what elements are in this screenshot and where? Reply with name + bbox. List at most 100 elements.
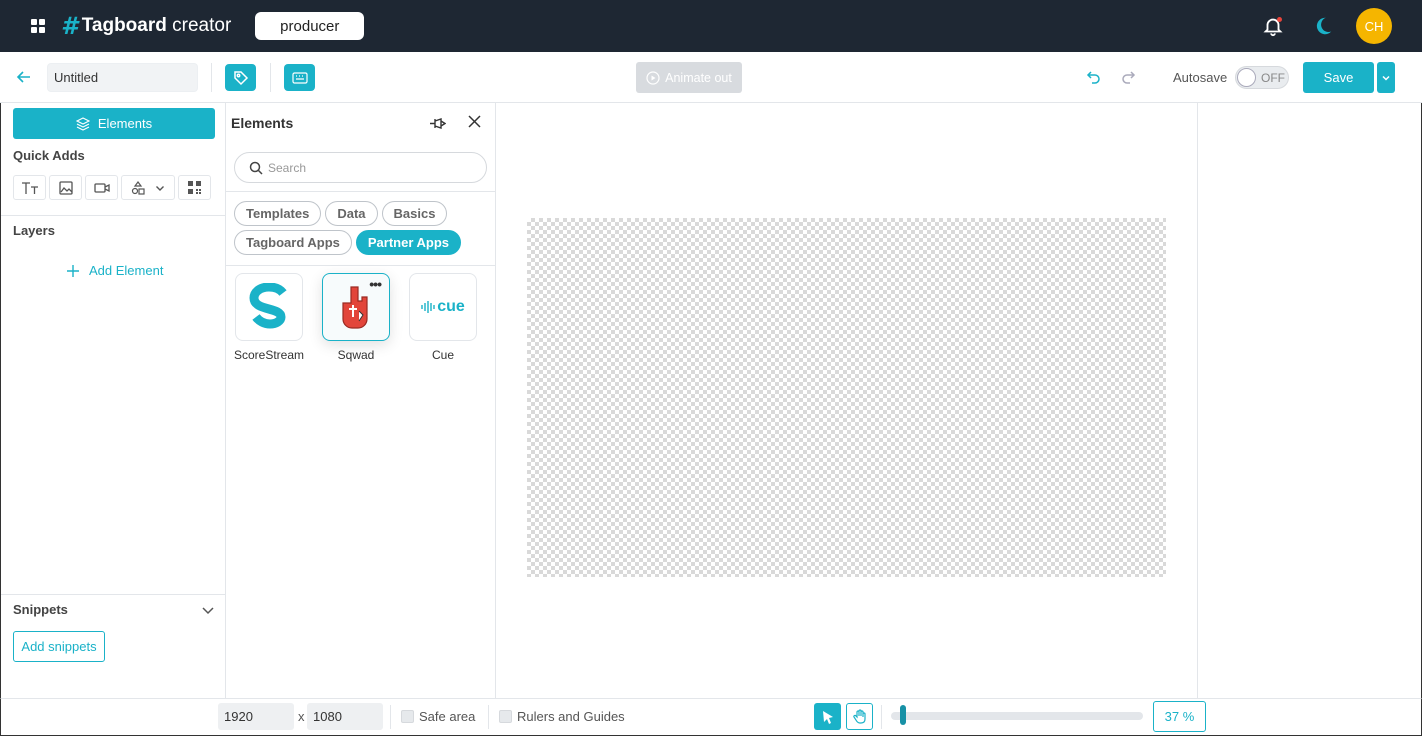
add-video-button[interactable] xyxy=(85,175,118,200)
zoom-level-display[interactable]: 37 % xyxy=(1153,701,1206,732)
dark-mode-moon-icon[interactable] xyxy=(1312,15,1334,37)
add-qr-code-button[interactable] xyxy=(178,175,211,200)
top-bar: # Tagboard creator producer CH xyxy=(0,0,1422,52)
cursor-arrow-icon xyxy=(822,710,833,724)
rulers-guides-checkbox[interactable]: Rulers and Guides xyxy=(499,709,625,724)
select-tool-button[interactable] xyxy=(814,703,841,730)
bottom-divider xyxy=(488,705,489,729)
back-arrow-icon[interactable] xyxy=(16,69,32,85)
more-options-icon[interactable]: ••• xyxy=(369,276,382,292)
zoom-slider-track[interactable] xyxy=(891,712,1143,720)
snippets-collapse-chevron-icon[interactable] xyxy=(201,603,215,617)
tags-button[interactable] xyxy=(225,64,256,91)
chip-tagboard-apps[interactable]: Tagboard Apps xyxy=(234,230,352,255)
elements-tab-button[interactable]: Elements xyxy=(13,108,215,139)
app-card-sqwad[interactable]: ••• Sqwad xyxy=(321,273,391,362)
sqwad-foam-finger-logo-icon xyxy=(342,286,368,329)
toolbar-divider xyxy=(270,63,271,92)
pan-tool-button[interactable] xyxy=(846,703,873,730)
partner-apps-grid: ScoreStream ••• Sqwad cue Cue xyxy=(234,273,478,362)
redo-icon[interactable] xyxy=(1120,69,1136,85)
canvas-height-input[interactable] xyxy=(307,703,383,730)
app-tile[interactable]: cue xyxy=(409,273,477,341)
image-icon xyxy=(58,180,73,195)
undo-icon[interactable] xyxy=(1086,69,1102,85)
section-divider xyxy=(226,265,495,266)
chip-basics[interactable]: Basics xyxy=(381,201,448,226)
chip-data[interactable]: Data xyxy=(325,201,378,226)
qr-code-icon xyxy=(188,181,201,194)
cue-soundwave-icon xyxy=(421,301,435,313)
save-button[interactable]: Save xyxy=(1303,62,1374,93)
elements-search-box xyxy=(234,152,487,183)
scorestream-logo-icon xyxy=(249,283,287,329)
checkbox-box[interactable] xyxy=(401,710,414,723)
bottom-divider xyxy=(881,705,882,729)
app-tile[interactable] xyxy=(235,273,303,341)
zoom-slider-handle[interactable] xyxy=(900,705,906,725)
add-image-button[interactable] xyxy=(49,175,82,200)
elements-panel-title: Elements xyxy=(231,115,294,131)
tag-icon xyxy=(233,70,248,85)
keyboard-shortcuts-button[interactable] xyxy=(284,64,315,91)
autosave-label: Autosave xyxy=(1173,70,1228,85)
chip-templates[interactable]: Templates xyxy=(234,201,322,226)
shapes-icon xyxy=(131,180,145,195)
editor-toolbar: Animate out Autosave OFF Save xyxy=(0,52,1422,103)
add-snippets-button[interactable]: Add snippets xyxy=(13,631,105,662)
snippets-title: Snippets xyxy=(13,602,68,617)
layers-stack-icon xyxy=(75,116,90,131)
pin-icon[interactable] xyxy=(429,115,447,132)
safe-area-checkbox[interactable]: Safe area xyxy=(401,709,475,724)
category-chips: Templates Data Basics Tagboard Apps Part… xyxy=(234,201,484,255)
keyboard-icon xyxy=(291,71,308,84)
mode-switcher[interactable]: producer xyxy=(255,12,365,40)
add-shape-dropdown[interactable] xyxy=(121,175,175,200)
app-card-cue[interactable]: cue Cue xyxy=(408,273,478,362)
app-name: Sqwad xyxy=(337,348,375,362)
add-element-link[interactable]: Add Element xyxy=(67,263,163,278)
app-name: Cue xyxy=(431,348,454,362)
bottom-divider xyxy=(390,705,391,729)
dimension-separator: x xyxy=(298,709,305,724)
canvas-width-input[interactable] xyxy=(218,703,294,730)
search-input[interactable] xyxy=(268,159,478,177)
user-avatar[interactable]: CH xyxy=(1356,8,1392,44)
chevron-down-icon xyxy=(156,185,164,191)
safe-area-label: Safe area xyxy=(419,709,476,724)
section-divider xyxy=(226,191,495,192)
text-icon xyxy=(21,181,38,194)
add-element-label: Add Element xyxy=(89,263,164,278)
layers-title: Layers xyxy=(13,223,55,238)
quick-adds-title: Quick Adds xyxy=(13,148,85,163)
checkbox-box[interactable] xyxy=(499,710,512,723)
toolbar-divider xyxy=(211,63,212,92)
rulers-guides-label: Rulers and Guides xyxy=(517,709,625,724)
close-icon[interactable] xyxy=(467,114,482,129)
graphic-canvas-transparent[interactable] xyxy=(527,218,1166,577)
hand-icon xyxy=(852,709,866,724)
app-name: ScoreStream xyxy=(233,348,305,362)
graphic-title-input[interactable] xyxy=(47,63,198,92)
notification-dot xyxy=(1277,17,1282,22)
app-tile[interactable]: ••• xyxy=(322,273,390,341)
right-properties-panel xyxy=(1197,103,1422,698)
bottom-bar: x Safe area Rulers and Guides 37 % xyxy=(0,698,1422,736)
chip-partner-apps[interactable]: Partner Apps xyxy=(355,230,462,255)
quick-adds-toolbar xyxy=(13,175,211,200)
save-options-button[interactable] xyxy=(1377,62,1395,93)
section-divider xyxy=(1,215,226,216)
search-icon xyxy=(249,161,263,175)
plus-icon xyxy=(67,264,79,277)
app-card-scorestream[interactable]: ScoreStream xyxy=(234,273,304,362)
apps-grid-icon[interactable] xyxy=(31,19,45,33)
left-sidebar: Elements Quick Adds Layers Add Element S… xyxy=(0,103,226,698)
autosave-state: OFF xyxy=(1261,71,1285,85)
notifications-bell-icon[interactable] xyxy=(1262,15,1284,37)
autosave-toggle[interactable]: OFF xyxy=(1235,66,1289,89)
add-text-button[interactable] xyxy=(13,175,46,200)
cue-logo-text: cue xyxy=(437,298,465,315)
chevron-down-icon xyxy=(1382,75,1390,81)
app-title: Tagboard creator xyxy=(81,15,232,36)
animate-out-button[interactable]: Animate out xyxy=(636,62,742,93)
